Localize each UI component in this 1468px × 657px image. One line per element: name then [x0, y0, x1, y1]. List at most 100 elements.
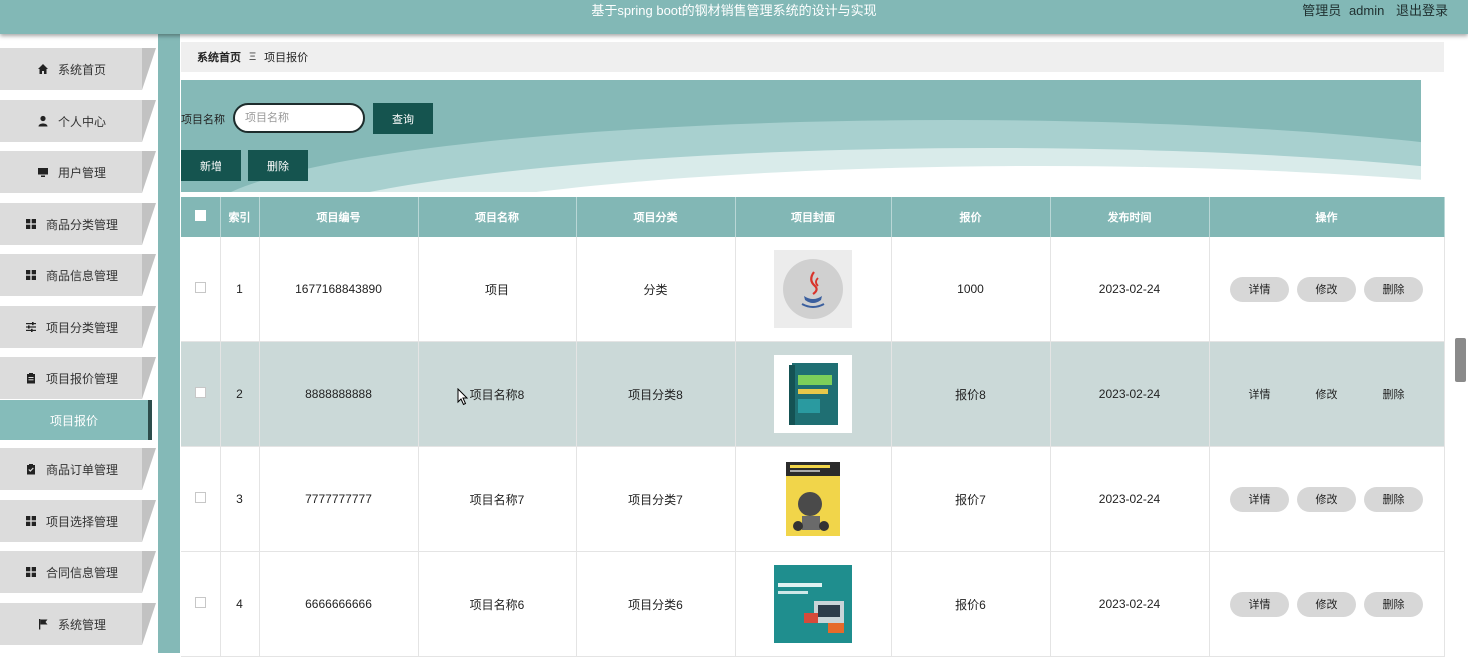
cell-cover — [735, 341, 892, 447]
cell-code: 1677168843890 — [259, 237, 419, 342]
cell-name: 项目名称7 — [418, 446, 577, 552]
cell-price: 1000 — [891, 237, 1051, 342]
sidebar-item-goods-order[interactable]: 商品订单管理 — [0, 448, 156, 490]
cell-date: 2023-02-24 — [1050, 237, 1210, 342]
mouse-cursor-icon — [457, 388, 469, 406]
username: admin — [1348, 3, 1385, 18]
row-checkbox[interactable] — [181, 237, 221, 342]
user-icon — [36, 114, 50, 128]
column-header: 报价 — [891, 197, 1051, 237]
edit-button[interactable]: 修改 — [1297, 276, 1356, 302]
cell-name: 项目名称8 — [418, 341, 577, 447]
sidebar-item-label: 合同信息管理 — [45, 565, 118, 580]
sidebar-item-label: 项目分类管理 — [45, 320, 118, 335]
breadcrumb-current: 项目报价 — [264, 52, 309, 64]
edit-button[interactable]: 修改 — [1297, 381, 1356, 407]
cell-category: 分类 — [576, 237, 736, 342]
column-header: 发布时间 — [1050, 197, 1210, 237]
row-checkbox[interactable] — [181, 551, 221, 657]
cell-ops: 详情 修改 删除 — [1209, 551, 1445, 657]
home-icon — [36, 62, 50, 76]
clipboard-check-icon — [24, 462, 38, 476]
sidebar-item-profile[interactable]: 个人中心 — [0, 100, 156, 142]
logout-link[interactable]: 退出登录 — [1396, 3, 1448, 18]
breadcrumb-home[interactable]: 系统首页 — [197, 49, 241, 65]
column-header: 项目封面 — [735, 197, 892, 237]
cell-category: 项目分类8 — [576, 341, 736, 447]
sidebar-item-project-select[interactable]: 项目选择管理 — [0, 500, 156, 542]
toolbar-background — [181, 80, 1421, 192]
delete-button[interactable]: 删除 — [248, 150, 308, 181]
row-checkbox[interactable] — [181, 341, 221, 447]
cell-cover — [735, 551, 892, 657]
sidebar-item-users[interactable]: 用户管理 — [0, 151, 156, 193]
breadcrumb-separator: Ξ — [249, 51, 257, 63]
sidebar-item-home[interactable]: 系统首页 — [0, 48, 156, 90]
row-delete-button[interactable]: 删除 — [1364, 276, 1423, 302]
table-row: 3 7777777777 项目名称7 项目分类7 报价7 2023-02-24 … — [181, 446, 1445, 552]
sidebar-item-label: 项目选择管理 — [45, 514, 118, 529]
cell-code: 6666666666 — [259, 551, 419, 657]
top-bar: 基于spring boot的钢材销售管理系统的设计与实现 管理员 admin 退… — [0, 0, 1468, 34]
row-delete-button[interactable]: 删除 — [1364, 591, 1423, 617]
sidebar-item-goods-info[interactable]: 商品信息管理 — [0, 254, 156, 296]
select-all-checkbox[interactable] — [181, 197, 221, 237]
edit-button[interactable]: 修改 — [1297, 591, 1356, 617]
sidebar-item-system[interactable]: 系统管理 — [0, 603, 156, 645]
column-header: 项目分类 — [576, 197, 736, 237]
detail-button[interactable]: 详情 — [1230, 381, 1289, 407]
java-logo-image — [774, 250, 852, 328]
column-header: 项目编号 — [259, 197, 419, 237]
search-label: 项目名称 — [181, 114, 225, 126]
app-title: 基于spring boot的钢材销售管理系统的设计与实现 — [591, 3, 877, 18]
row-delete-button[interactable]: 删除 — [1364, 486, 1423, 512]
cell-code: 7777777777 — [259, 446, 419, 552]
table-header-row: 索引 项目编号 项目名称 项目分类 项目封面 报价 发布时间 操作 — [181, 197, 1445, 237]
sidebar-item-project-quote[interactable]: 项目报价 — [0, 400, 152, 440]
detail-button[interactable]: 详情 — [1230, 591, 1289, 617]
table-row: 1 1677168843890 项目 分类 1000 2023-02-24 详情… — [181, 237, 1445, 342]
sidebar-item-project-category[interactable]: 项目分类管理 — [0, 306, 156, 348]
cell-category: 项目分类6 — [576, 551, 736, 657]
add-button[interactable]: 新增 — [181, 150, 241, 181]
grid-icon — [24, 514, 38, 528]
clipboard-icon — [24, 371, 38, 385]
user-role: 管理员 — [1302, 3, 1342, 18]
cell-index: 4 — [220, 551, 260, 657]
detail-button[interactable]: 详情 — [1230, 276, 1289, 302]
search-button[interactable]: 查询 — [373, 103, 433, 134]
grid-icon — [24, 565, 38, 579]
sidebar-item-label: 项目报价 — [50, 413, 99, 428]
cell-category: 项目分类7 — [576, 446, 736, 552]
cell-price: 报价6 — [891, 551, 1051, 657]
book-cover-image — [774, 355, 852, 433]
detail-button[interactable]: 详情 — [1230, 486, 1289, 512]
row-delete-button[interactable]: 删除 — [1364, 381, 1423, 407]
sidebar-item-project-quote-mgmt[interactable]: 项目报价管理 — [0, 357, 156, 399]
table-row: 4 6666666666 项目名称6 项目分类6 报价6 2023-02-24 … — [181, 551, 1445, 657]
flag-icon — [36, 617, 50, 631]
sidebar-item-label: 系统管理 — [57, 617, 106, 632]
cell-cover — [735, 237, 892, 342]
edit-button[interactable]: 修改 — [1297, 486, 1356, 512]
cell-date: 2023-02-24 — [1050, 551, 1210, 657]
table-row: 2 8888888888 项目名称8 项目分类8 报价8 2023-02-24 … — [181, 341, 1445, 447]
cell-price: 报价7 — [891, 446, 1051, 552]
book-cover-image — [774, 460, 852, 538]
cell-code: 8888888888 — [259, 341, 419, 447]
vertical-scrollbar-thumb[interactable] — [1455, 338, 1466, 382]
breadcrumb: 系统首页 Ξ 项目报价 — [181, 42, 1444, 72]
sidebar-item-contract[interactable]: 合同信息管理 — [0, 551, 156, 593]
grid-icon — [24, 217, 38, 231]
book-cover-image — [774, 565, 852, 643]
sidebar-item-label: 系统首页 — [57, 62, 106, 77]
row-checkbox[interactable] — [181, 446, 221, 552]
monitor-icon — [36, 165, 50, 179]
search-input[interactable] — [233, 103, 365, 133]
sidebar-item-label: 个人中心 — [57, 114, 106, 129]
cell-cover — [735, 446, 892, 552]
sidebar-item-goods-category[interactable]: 商品分类管理 — [0, 203, 156, 245]
sidebar-item-label: 用户管理 — [57, 165, 106, 180]
cell-ops: 详情 修改 删除 — [1209, 341, 1445, 447]
sidebar-item-label: 项目报价管理 — [45, 371, 118, 386]
